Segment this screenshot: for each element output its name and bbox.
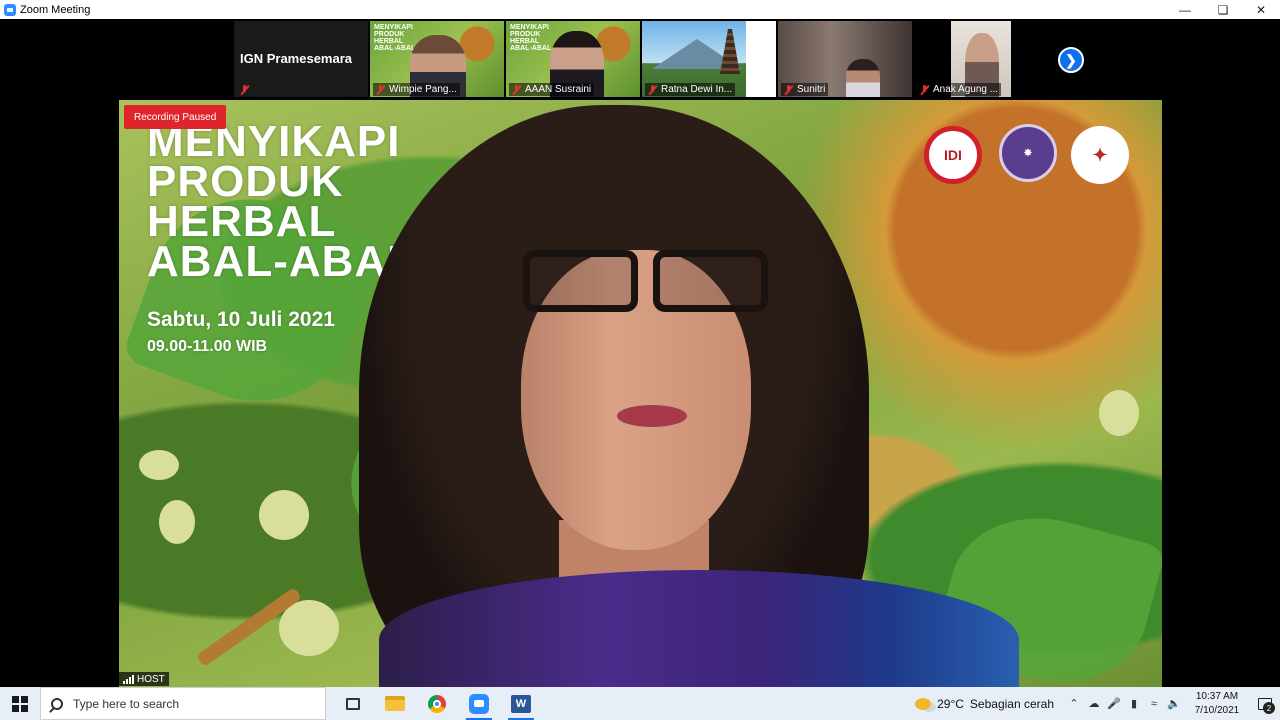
clock-date: 7/10/2021	[1194, 704, 1240, 716]
taskbar-search[interactable]: Type here to search	[40, 687, 326, 720]
poster-title-line: PRODUK	[147, 157, 344, 206]
speaker-glasses	[523, 250, 773, 330]
task-view-icon	[346, 697, 360, 710]
taskbar-clock[interactable]: 10:37 AM 7/10/2021	[1190, 690, 1244, 718]
participant-tile[interactable]: Sunitri	[778, 21, 912, 97]
flame-icon: ✦	[1092, 144, 1108, 165]
chrome-icon	[428, 694, 446, 713]
minimize-icon: —	[1179, 2, 1191, 17]
windows-logo-icon	[12, 695, 28, 712]
muted-mic-icon	[512, 84, 521, 95]
zoom-taskbar-button[interactable]	[458, 687, 500, 720]
logo-panel	[746, 21, 776, 97]
onedrive-icon[interactable]: ☁	[1084, 687, 1104, 720]
battery-icon[interactable]: ▮	[1124, 687, 1144, 720]
emblem-icon: ✸	[1023, 147, 1033, 159]
decor-seed	[259, 490, 309, 540]
participant-name-large: IGN Pramesemara	[240, 51, 353, 66]
chrome-button[interactable]	[416, 687, 458, 720]
recording-status-badge[interactable]: Recording Paused	[124, 105, 227, 129]
participant-name-label: Anak Agung ...	[917, 83, 1002, 96]
participant-name: Sunitri	[797, 84, 826, 95]
decor-seed	[1099, 390, 1139, 436]
speaker-lips	[617, 405, 687, 427]
connection-signal-icon	[123, 674, 134, 684]
search-icon	[51, 697, 63, 710]
muted-mic-icon	[376, 84, 385, 95]
participant-name: AAAN Susraini	[525, 84, 592, 95]
muted-mic-icon	[240, 85, 249, 95]
wifi-icon[interactable]: ≈	[1144, 687, 1164, 720]
host-label: HOST	[119, 672, 169, 686]
weather-temperature[interactable]: 29°C	[937, 697, 964, 711]
chevron-right-icon: ❯	[1065, 51, 1077, 68]
participant-name-label	[237, 84, 256, 96]
microphone-icon[interactable]: 🎤	[1104, 687, 1124, 720]
minimize-button[interactable]: —	[1166, 0, 1204, 19]
chevron-up-icon[interactable]: ⌃	[1064, 687, 1084, 720]
participant-name-label: Ratna Dewi In...	[645, 83, 736, 96]
poster-title-line: ABAL-ABAL	[147, 237, 416, 286]
muted-mic-icon	[920, 84, 929, 95]
notification-center-button[interactable]: 2	[1250, 687, 1280, 720]
decor-seed	[159, 500, 195, 544]
next-page-button[interactable]: ❯	[1058, 47, 1084, 73]
task-view-button[interactable]	[332, 687, 374, 720]
participant-tile[interactable]: Anak Agung ...	[914, 21, 1048, 97]
folder-icon	[385, 696, 405, 711]
participant-video	[846, 59, 880, 97]
participant-tile[interactable]: IGN Pramesemara	[234, 21, 368, 97]
participant-name-label: Wimpie Pang...	[373, 83, 460, 96]
university-logo: ✸	[999, 124, 1057, 182]
notification-badge: 2	[1263, 702, 1275, 714]
close-button[interactable]: ✕	[1242, 0, 1280, 19]
participant-name-label: Sunitri	[781, 83, 829, 96]
volume-icon[interactable]: 🔈	[1164, 687, 1184, 720]
muted-mic-icon	[784, 84, 793, 95]
search-placeholder: Type here to search	[73, 696, 180, 711]
participant-name: Ratna Dewi In...	[661, 84, 733, 95]
participant-tile[interactable]: MENYIKAPI PRODUK HERBAL ABAL-ABAL Wimpie…	[370, 21, 504, 97]
zoom-icon	[469, 693, 489, 714]
participant-name-label: AAAN Susraini	[509, 83, 595, 96]
zoom-logo-icon	[4, 3, 16, 16]
muted-mic-icon	[648, 84, 657, 95]
organization-logo: ✦	[1071, 126, 1129, 184]
file-explorer-button[interactable]	[374, 687, 416, 720]
decor-seed	[279, 600, 339, 656]
participant-tile[interactable]: Ratna Dewi In...	[642, 21, 776, 97]
weather-icon[interactable]	[915, 697, 932, 710]
maximize-icon: ❏	[1217, 2, 1229, 17]
participant-name: Anak Agung ...	[933, 84, 999, 95]
windows-taskbar: Type here to search W 29°C Sebagian cera…	[0, 687, 1280, 720]
idi-logo: IDI	[924, 126, 982, 184]
clock-time: 10:37 AM	[1195, 690, 1239, 702]
close-icon: ✕	[1255, 2, 1267, 17]
weather-condition[interactable]: Sebagian cerah	[970, 697, 1054, 711]
host-text: HOST	[137, 673, 165, 685]
participant-name: Wimpie Pang...	[389, 84, 457, 95]
window-title: Zoom Meeting	[20, 3, 91, 16]
start-button[interactable]	[0, 687, 40, 720]
participant-tile[interactable]: MENYIKAPI PRODUK HERBAL ABAL-ABAL AAAN S…	[506, 21, 640, 97]
poster-title-line: HERBAL	[147, 197, 337, 246]
word-taskbar-button[interactable]: W	[500, 687, 542, 720]
window-titlebar: Zoom Meeting — ❏ ✕	[0, 0, 1280, 19]
participant-gallery-strip: IGN Pramesemara MENYIKAPI PRODUK HERBAL …	[0, 19, 1280, 100]
system-tray: 29°C Sebagian cerah ⌃ ☁ 🎤 ▮ ≈ 🔈 10:37 AM…	[915, 687, 1280, 720]
maximize-button[interactable]: ❏	[1204, 0, 1242, 19]
decor-seed	[139, 450, 179, 480]
word-icon: W	[511, 694, 531, 713]
active-speaker-video: MENYIKAPI PRODUK HERBAL ABAL-ABAL Sabtu,…	[119, 100, 1162, 687]
